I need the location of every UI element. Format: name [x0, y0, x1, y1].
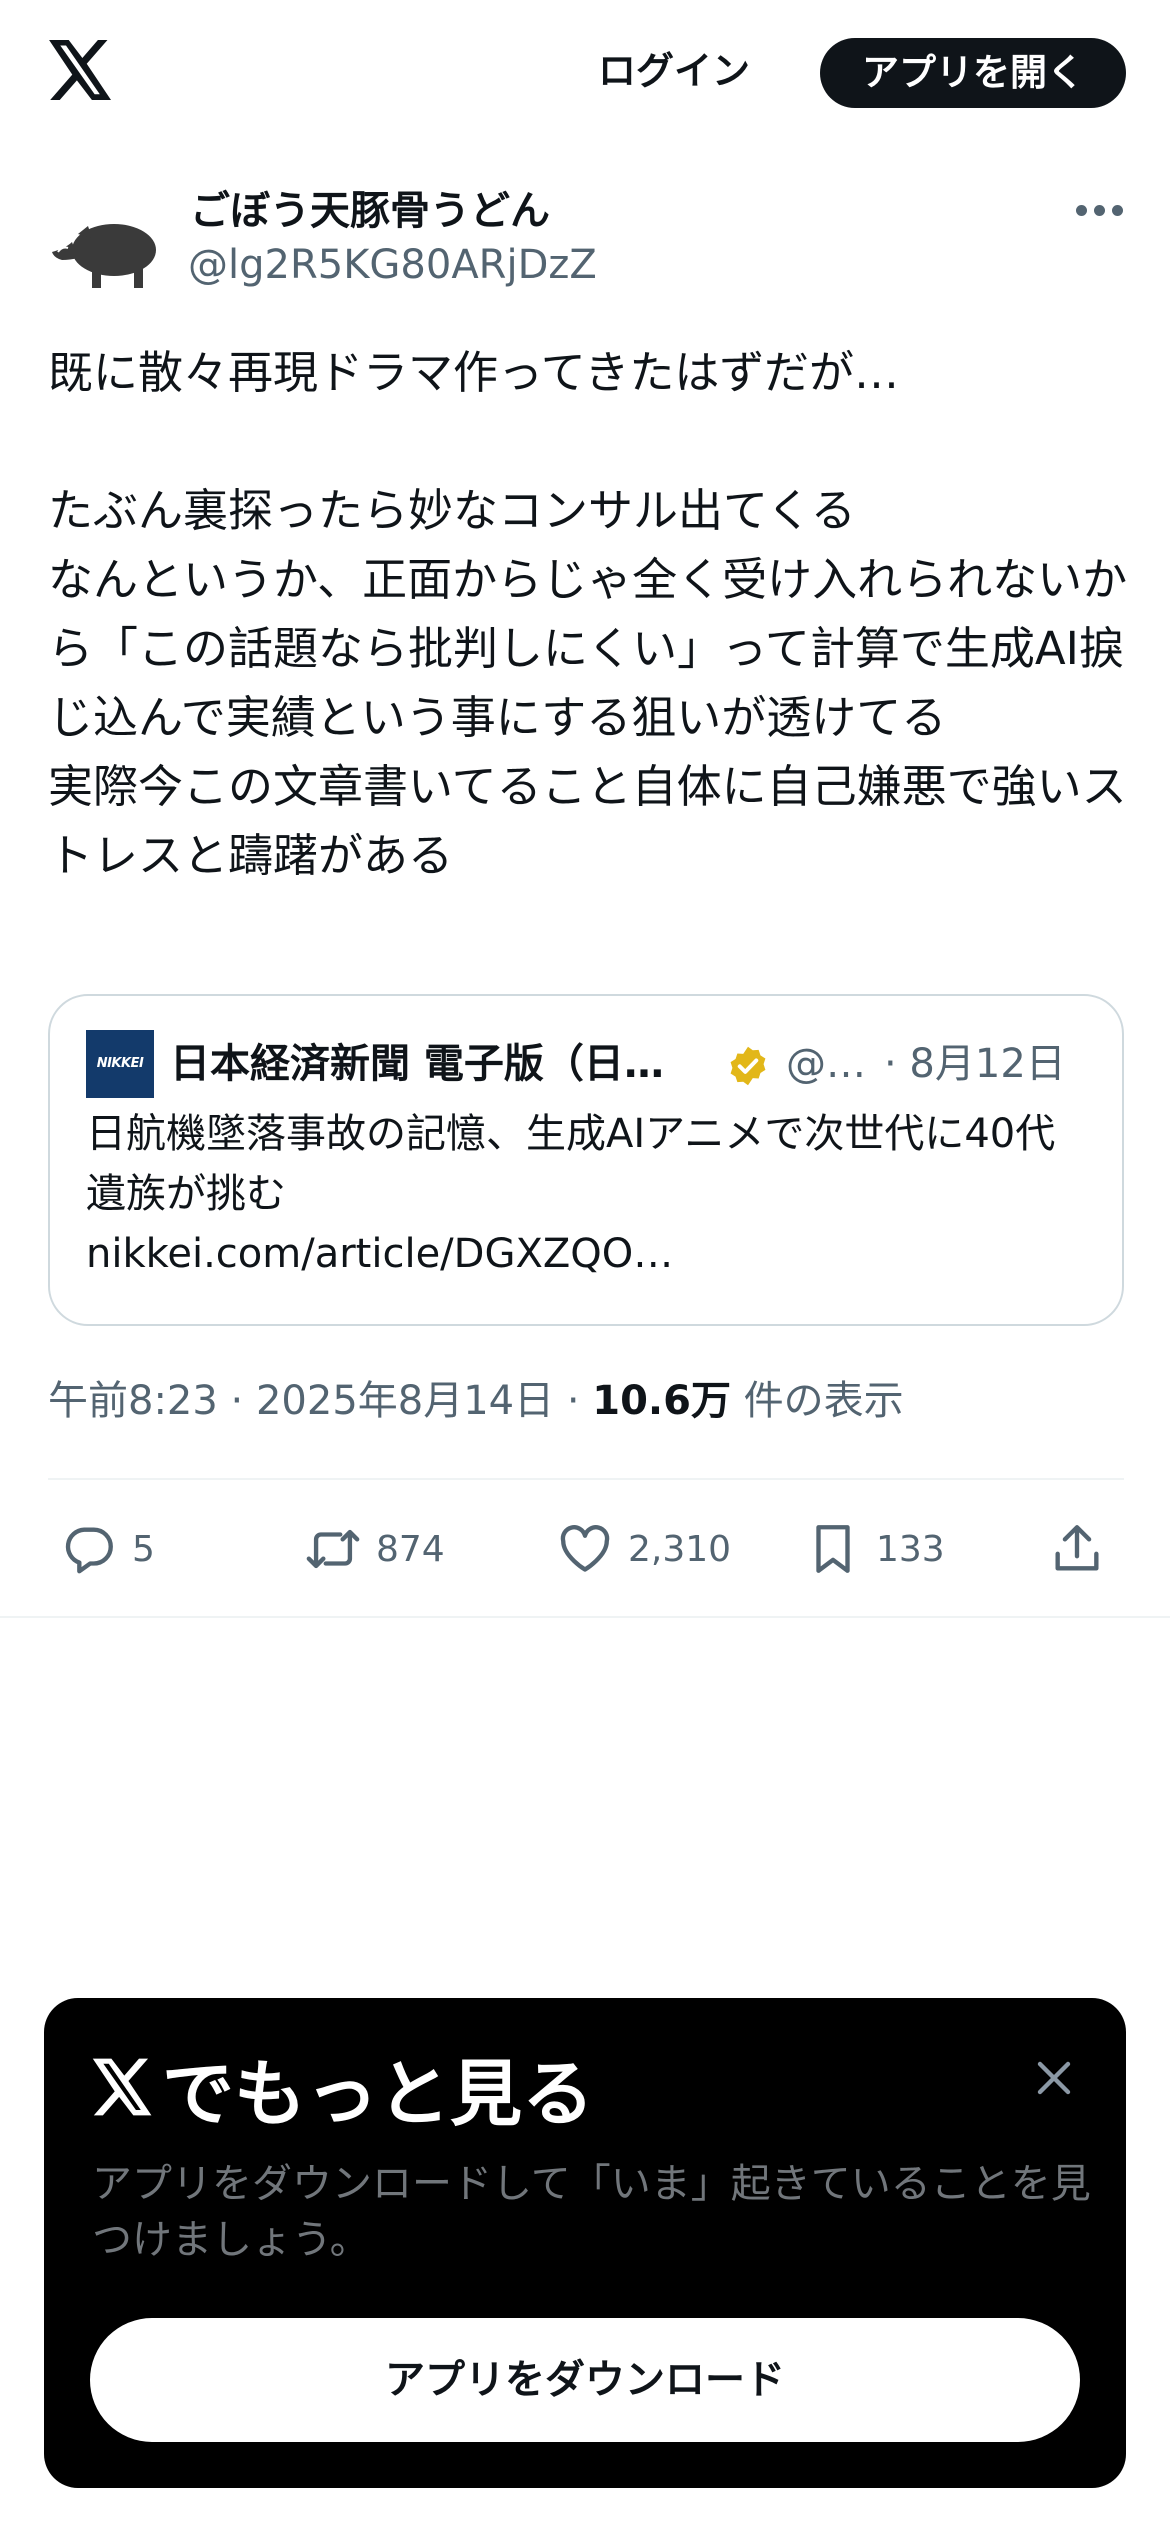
views-label: 件の表示: [730, 1378, 904, 1424]
author-display-name[interactable]: ごぼう天豚骨うどん: [190, 178, 550, 236]
like-count: 2,310: [628, 1528, 732, 1570]
share-button[interactable]: [1048, 1514, 1120, 1584]
quote-link[interactable]: nikkei.com/article/DGXZQO…: [86, 1224, 673, 1284]
quote-source-logo: NIKKEI: [86, 1030, 154, 1098]
close-icon[interactable]: [1030, 2054, 1078, 2102]
reply-icon: [65, 1527, 113, 1574]
login-link[interactable]: ログイン: [598, 38, 750, 104]
bookmark-icon: [816, 1525, 850, 1573]
top-header: ログイン アプリを開く: [0, 0, 1170, 145]
retweet-button[interactable]: 874: [304, 1514, 445, 1584]
retweet-icon: [306, 1529, 360, 1569]
reply-button[interactable]: 5: [60, 1514, 155, 1584]
open-app-button[interactable]: アプリを開く: [820, 38, 1126, 108]
tweet-meta: 午前8:23 · 2025年8月14日 · 10.6万 件の表示: [48, 1368, 904, 1434]
bookmark-button[interactable]: 133: [804, 1514, 945, 1584]
views-count: 10.6万: [592, 1378, 731, 1424]
divider: [0, 1616, 1170, 1618]
divider: [48, 1478, 1124, 1480]
reply-count: 5: [132, 1528, 155, 1570]
bookmark-count: 133: [876, 1528, 945, 1570]
x-logo-icon: [92, 2058, 152, 2116]
tweet-timestamp[interactable]: 午前8:23 · 2025年8月14日 ·: [48, 1378, 592, 1424]
app-promo-sheet: でもっと見る アプリをダウンロードして「いま」起きていることを見つけましょう。 …: [44, 1998, 1126, 2488]
quote-date: · 8月12日: [884, 1041, 1066, 1087]
quote-text: 日航機墜落事故の記憶、生成AIアニメで次世代に40代遺族が挑む: [86, 1111, 1056, 1217]
sheet-description: アプリをダウンロードして「いま」起きていることを見つけましょう。: [92, 2161, 1091, 2263]
retweet-count: 874: [376, 1528, 445, 1570]
sheet-title: でもっと見る: [92, 2042, 594, 2136]
download-app-button[interactable]: アプリをダウンロード: [90, 2318, 1080, 2442]
quote-author-name: 日本経済新聞 電子版（日本経済新聞 電子版）: [170, 1041, 690, 1087]
boar-avatar-icon: [52, 224, 156, 288]
heart-icon: [560, 1525, 610, 1572]
like-button[interactable]: 2,310: [556, 1514, 731, 1584]
avatar[interactable]: [48, 188, 164, 304]
quote-author-handle: @nikkei: [786, 1041, 866, 1087]
tweet-text: 既に散々再現ドラマ作ってきたはずだが… たぶん裏探ったら妙なコンサル出てくる な…: [48, 346, 1128, 882]
more-options-icon[interactable]: [1074, 196, 1126, 226]
share-icon: [1055, 1525, 1099, 1571]
quoted-tweet-card[interactable]: NIKKEI 日本経済新聞 電子版（日本経済新聞 電子版） @nikkei · …: [48, 994, 1124, 1326]
verified-badge-icon: [730, 1046, 766, 1086]
x-logo-icon[interactable]: [48, 40, 114, 100]
sheet-title-text: でもっと見る: [162, 2051, 595, 2136]
author-handle[interactable]: @lg2R5KG80ARjDzZ: [188, 242, 597, 288]
